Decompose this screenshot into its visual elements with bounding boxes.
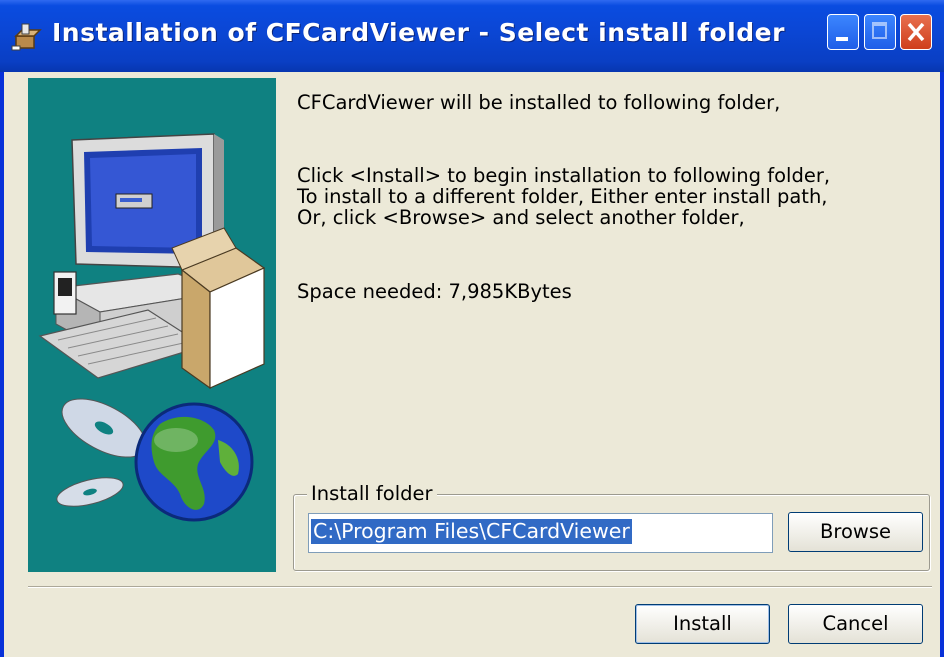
install-button[interactable]: Install bbox=[635, 604, 770, 644]
footer-separator bbox=[28, 586, 932, 588]
title-bar[interactable]: Installation of CFCardViewer - Select in… bbox=[0, 0, 944, 72]
installer-dialog: Installation of CFCardViewer - Select in… bbox=[0, 0, 944, 657]
instruction-line-3: Or, click <Browse> and select another fo… bbox=[297, 206, 745, 229]
browse-button[interactable]: Browse bbox=[788, 512, 923, 552]
installer-package-icon bbox=[11, 23, 42, 51]
install-path-value: C:\Program Files\CFCardViewer bbox=[311, 519, 632, 544]
cancel-button[interactable]: Cancel bbox=[788, 604, 923, 644]
maximize-icon bbox=[872, 22, 887, 39]
close-icon bbox=[907, 22, 925, 42]
close-button[interactable] bbox=[900, 14, 932, 50]
computer-globe-illustration bbox=[38, 133, 266, 522]
instruction-line-2: To install to a different folder, Either… bbox=[297, 185, 828, 208]
minimize-icon bbox=[836, 37, 848, 41]
install-location-message: CFCardViewer will be installed to follow… bbox=[297, 91, 781, 114]
installer-illustration bbox=[28, 78, 276, 572]
install-path-input[interactable]: C:\Program Files\CFCardViewer bbox=[308, 513, 773, 553]
minimize-button[interactable] bbox=[827, 14, 859, 50]
space-needed-label: Space needed: 7,985KBytes bbox=[297, 280, 572, 303]
window-title: Installation of CFCardViewer - Select in… bbox=[52, 18, 785, 47]
instruction-line-1: Click <Install> to begin installation to… bbox=[297, 164, 831, 187]
install-folder-legend: Install folder bbox=[307, 482, 437, 505]
maximize-button[interactable] bbox=[864, 14, 896, 50]
